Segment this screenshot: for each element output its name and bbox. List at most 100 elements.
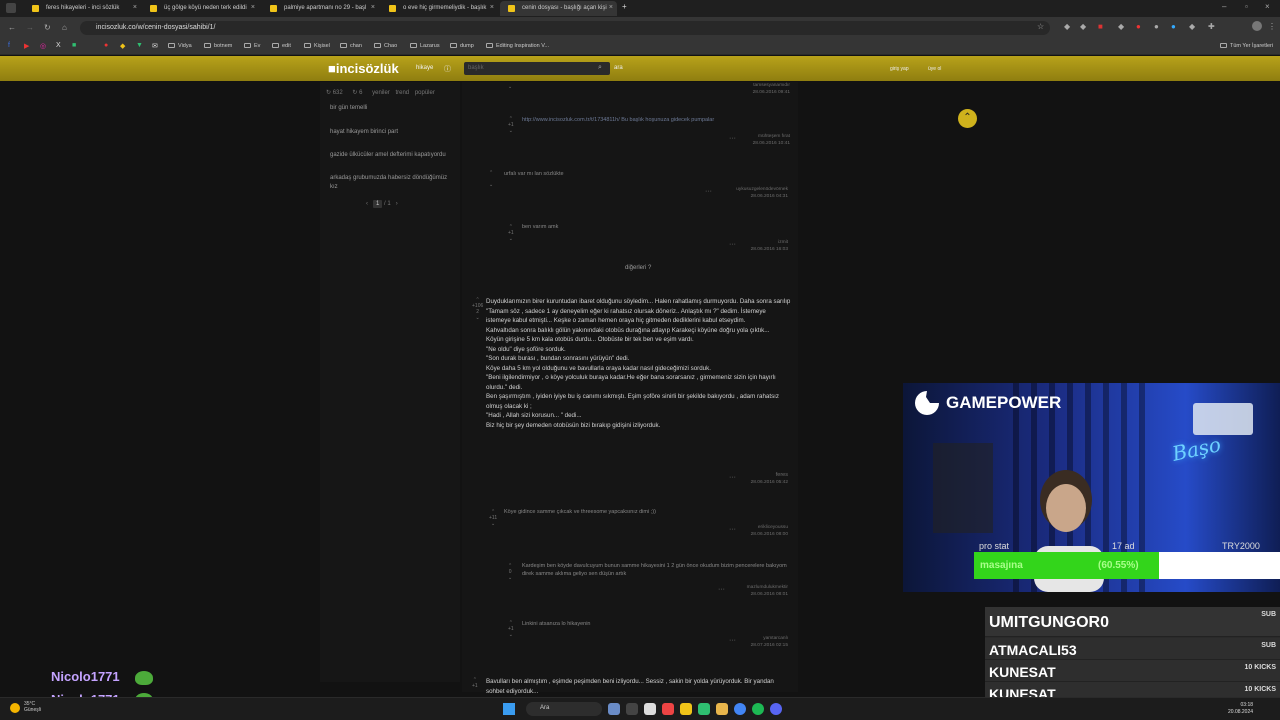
chrome-icon[interactable] xyxy=(734,703,746,715)
vote-arrows[interactable]: ⌃ +1 ⌄ xyxy=(508,224,514,242)
spotify-icon[interactable] xyxy=(752,703,764,715)
author-link[interactable]: yamtarcanlı xyxy=(640,635,788,642)
x-icon[interactable]: X xyxy=(56,42,61,49)
scroll-to-top-button[interactable]: ⌃ xyxy=(958,109,977,128)
taskbar-app-icon[interactable] xyxy=(608,703,620,715)
bookmark-icon[interactable]: ◆ xyxy=(120,42,125,50)
search-icon[interactable]: ⌕ xyxy=(598,64,602,72)
author-link[interactable]: mazlumdulukmektir xyxy=(640,584,788,591)
bookmark-icon[interactable]: ● xyxy=(104,42,108,49)
entry-vote-arrows[interactable]: ⌃ +106 2 ⌄ xyxy=(472,297,483,321)
menu-icon[interactable]: ⋮ xyxy=(1268,22,1276,31)
youtube-icon[interactable]: ▶ xyxy=(24,42,29,50)
taskbar-app-icon[interactable] xyxy=(680,703,692,715)
extension-icon[interactable]: ■ xyxy=(1098,22,1103,31)
bookmark-folder[interactable]: Lazarus xyxy=(410,43,440,49)
author-link[interactable]: uykusuzgelenödevörnek xyxy=(640,186,788,193)
weather-widget[interactable]: 35°C Güneşli xyxy=(24,701,41,713)
vote-arrows[interactable]: ⌃ +1 ⌄ xyxy=(508,116,514,134)
extension-icon[interactable]: ◆ xyxy=(1189,22,1195,31)
pager-current[interactable]: 1 xyxy=(373,200,383,208)
taskbar-app-icon[interactable] xyxy=(644,703,656,715)
discord-icon[interactable] xyxy=(770,703,782,715)
vote-chevron-icon[interactable]: ⌄ xyxy=(508,84,512,90)
bookmark-folder[interactable]: Vidya xyxy=(168,43,192,49)
nav-link-hikaye[interactable]: hikaye xyxy=(416,65,433,71)
url-field[interactable]: incisozluk.co/w/cenin-dosyasi/sahibi/1/ xyxy=(80,21,1050,35)
author-link[interactable]: tamsesyanamıdır xyxy=(640,82,790,89)
tab-list-icon[interactable] xyxy=(6,3,16,13)
back-icon[interactable]: ← xyxy=(8,23,16,32)
extension-icon[interactable]: ● xyxy=(1154,22,1159,31)
instagram-icon[interactable]: ◎ xyxy=(40,42,46,50)
close-tab-icon[interactable]: × xyxy=(251,4,255,11)
file-explorer-icon[interactable] xyxy=(716,703,728,715)
vote-arrows[interactable]: ⌃ 0 ⌄ xyxy=(508,563,512,581)
taskbar-search[interactable]: Ara xyxy=(526,702,602,716)
bookmark-icon[interactable]: ■ xyxy=(72,42,76,49)
bookmark-folder[interactable]: dump xyxy=(450,43,474,49)
start-button[interactable] xyxy=(503,703,515,715)
search-button[interactable]: ara xyxy=(614,65,623,71)
close-tab-icon[interactable]: × xyxy=(490,4,494,11)
bookmark-folder[interactable]: chan xyxy=(340,43,362,49)
sidebar-item[interactable]: arkadaş grubumuzda habersiz döndüğümüz k… xyxy=(330,174,450,192)
facebook-icon[interactable]: f xyxy=(8,42,10,49)
taskbar-clock[interactable]: 03:18 20.08.2024 xyxy=(1228,702,1253,716)
close-tab-icon[interactable]: × xyxy=(371,4,375,11)
close-tab-icon[interactable]: × xyxy=(133,4,137,11)
login-link[interactable]: giriş yap xyxy=(890,66,909,72)
entry-vote-arrows[interactable]: ⌃ +1 xyxy=(472,677,478,689)
extension-icon[interactable]: ● xyxy=(1171,22,1176,31)
close-tab-icon[interactable]: × xyxy=(609,4,613,11)
extension-icon[interactable]: ◆ xyxy=(1118,22,1124,31)
author-link[interactable]: feres xyxy=(640,472,788,479)
bookmark-folder[interactable]: Editing Inspiration V... xyxy=(486,43,549,49)
all-bookmarks[interactable]: Tüm Yer İşaretleri xyxy=(1220,43,1273,49)
sidebar-item[interactable]: bir gün temelli xyxy=(330,104,450,113)
vote-arrows[interactable]: ⌃ +11 ⌄ xyxy=(489,509,497,527)
more-replies-link[interactable]: diğerleri ? xyxy=(625,265,651,271)
site-logo[interactable]: ■incisözlük xyxy=(328,61,399,76)
taskbar-app-icon[interactable] xyxy=(626,703,638,715)
new-tab-icon[interactable]: + xyxy=(622,2,627,11)
bookmark-folder[interactable]: Ev xyxy=(244,43,260,49)
home-icon[interactable]: ⌂ xyxy=(62,23,67,32)
sidebar-item[interactable]: gazide ülkücüler amel defterimi kapatıyo… xyxy=(330,151,450,160)
bookmark-folder[interactable]: Kişisel xyxy=(304,43,330,49)
mail-icon[interactable]: ✉ xyxy=(152,42,158,50)
search-input[interactable]: başlık xyxy=(464,62,610,75)
close-window-icon[interactable]: × xyxy=(1265,2,1270,11)
info-icon[interactable]: ⓘ xyxy=(444,64,451,74)
author-link[interactable]: izmit xyxy=(640,239,788,246)
extension-icon[interactable]: ◆ xyxy=(1080,22,1086,31)
vote-arrows[interactable]: ⌃ ⌄ xyxy=(489,170,493,188)
pager-prev[interactable]: ‹ xyxy=(366,201,368,207)
forward-icon[interactable]: → xyxy=(26,23,34,32)
extension-icon[interactable]: ● xyxy=(1136,22,1141,31)
bookmark-star-icon[interactable]: ☆ xyxy=(1037,22,1044,31)
tab-populer[interactable]: popüler xyxy=(415,90,435,96)
reload-icon[interactable]: ↻ xyxy=(44,23,51,32)
tab-trend[interactable]: trend xyxy=(395,90,409,96)
bookmark-icon[interactable]: ▼ xyxy=(136,42,143,49)
bookmark-folder[interactable]: Chao xyxy=(374,43,397,49)
vote-arrows[interactable]: ⌃ +1 ⌄ xyxy=(508,620,514,638)
profile-avatar[interactable] xyxy=(1252,21,1262,31)
taskbar-app-icon[interactable] xyxy=(662,703,674,715)
sidebar-item[interactable]: hayat hikayem birinci part xyxy=(330,128,450,137)
reply-text[interactable]: http://www.incisozluk.com.tr/t/1734811h/… xyxy=(522,116,792,125)
browser-tab-active[interactable]: cenin dosyası - başlığı açan kişi × xyxy=(500,1,617,16)
browser-tab[interactable]: o eve hiç girmemeliydik - başlık × xyxy=(381,1,498,16)
browser-tab[interactable]: feres hikayeleri - inci sözlük × xyxy=(24,1,141,16)
taskbar-app-icon[interactable] xyxy=(698,703,710,715)
browser-tab[interactable]: üç gölge köyü neden terk edildi × xyxy=(142,1,259,16)
maximize-icon[interactable]: ▫ xyxy=(1245,2,1248,11)
bookmark-folder[interactable]: edit xyxy=(272,43,291,49)
author-link[interactable]: mühteşem fırat xyxy=(640,133,790,140)
tab-yeniler[interactable]: yeniler xyxy=(372,90,390,96)
author-link[interactable]: erikliceyoussu xyxy=(640,524,788,531)
extensions-puzzle-icon[interactable]: ✚ xyxy=(1208,22,1215,31)
minimize-icon[interactable]: – xyxy=(1222,2,1226,11)
pager-next[interactable]: › xyxy=(396,201,398,207)
